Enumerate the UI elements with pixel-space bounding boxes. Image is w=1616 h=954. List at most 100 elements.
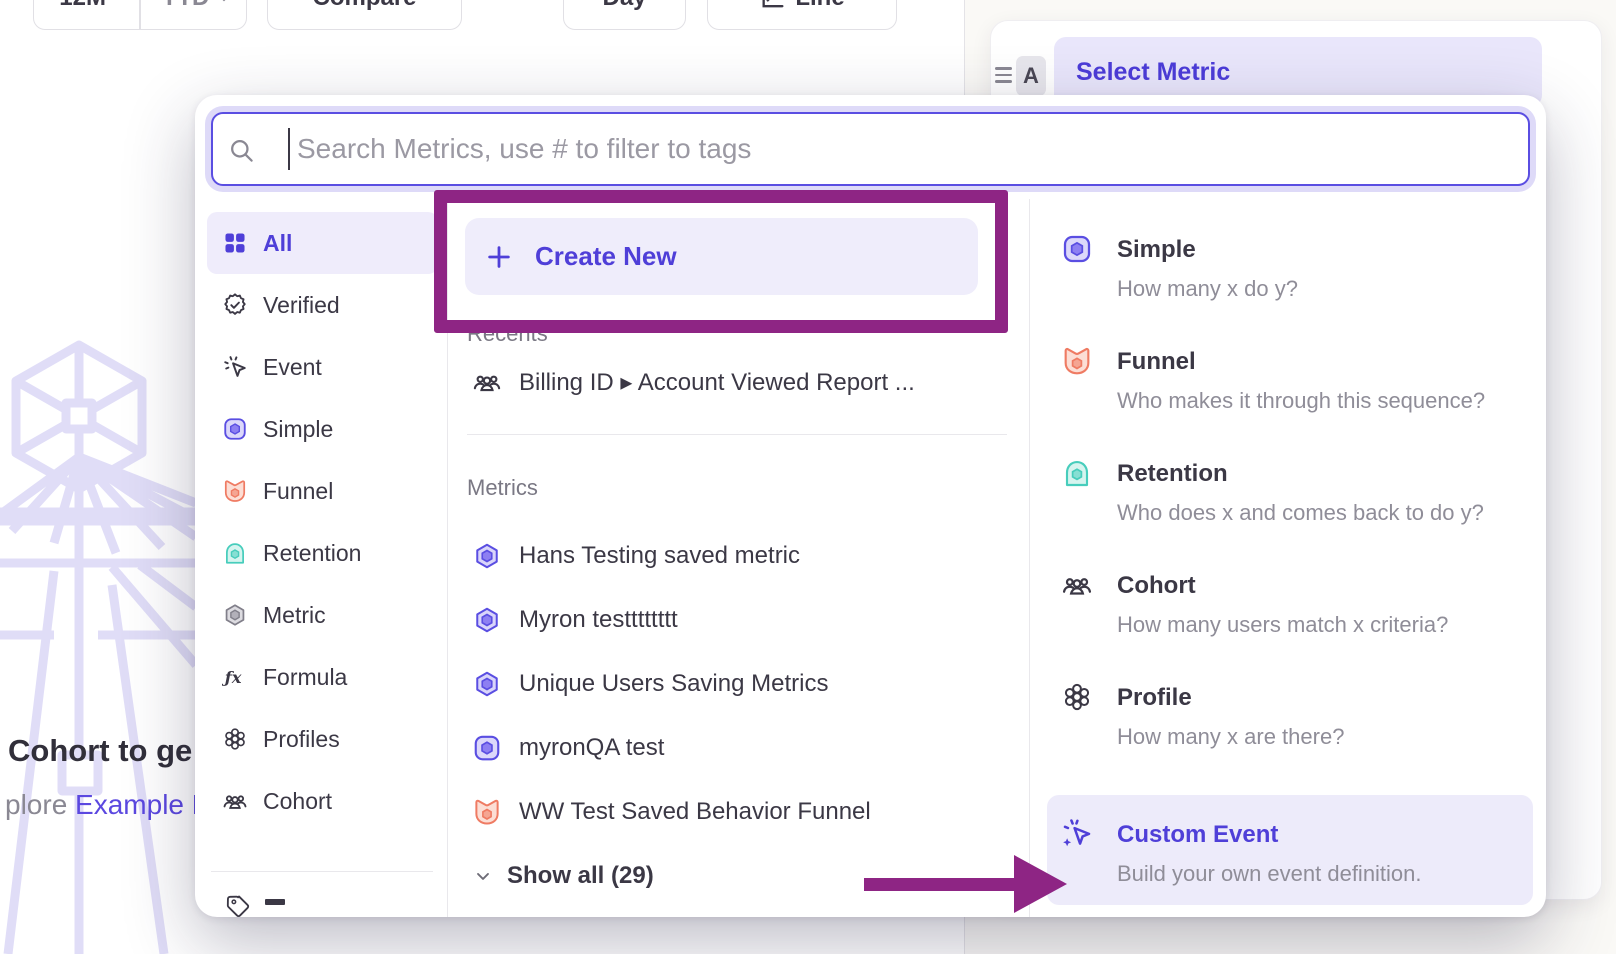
saved-metric-label: Hans Testing saved metric [519,542,800,570]
search-field-wrap [211,112,1530,186]
annotation-arrow [858,853,1070,915]
metrics-section-label: Metrics [467,475,538,501]
compare-button[interactable]: Compare [267,0,462,30]
saved-metric-label: WW Test Saved Behavior Funnel [519,798,871,826]
saved-metric-hans-testing-saved-metric[interactable]: Hans Testing saved metric [467,525,1012,587]
custom-event-icon [1061,818,1093,850]
saved-metric-ww-test-saved-behavior-funnel[interactable]: WW Test Saved Behavior Funnel [467,781,1012,843]
example-link[interactable]: Example R [75,789,212,820]
category-label: Metric [263,602,326,629]
saved-metric-myronqa-test[interactable]: myronQA test [467,717,1012,779]
retention-icon [1061,457,1093,489]
metric-type-retention[interactable]: Retention Who does x and comes back to do… [1047,459,1533,531]
drag-handle-icon[interactable] [995,67,1012,83]
range-ytd-button[interactable]: YTD [149,0,246,29]
category-metric[interactable]: Metric [207,584,438,646]
metric-type-title: Cohort [1117,571,1196,601]
category-label: All [263,230,292,257]
saved-metric-label: myronQA test [519,734,664,762]
recent-item[interactable]: Billing ID ▸ Account Viewed Report ... [467,351,1012,413]
tag-icon[interactable] [225,893,251,917]
saved-metric-unique-users-saving-metrics[interactable]: Unique Users Saving Metrics [467,653,1012,715]
verified-icon [222,292,248,318]
simple-icon [1061,233,1093,265]
compare-label: Compare [312,0,416,12]
svg-text:ƒx: ƒx [222,668,242,687]
metric-type-description: How many x are there? [1117,723,1344,751]
metric-type-description: Who does x and comes back to do y? [1117,499,1484,527]
line-chart-icon [759,0,787,12]
retention-icon [222,540,248,566]
metric-type-cohort[interactable]: Cohort How many users match x criteria? [1047,571,1533,643]
category-label: Cohort [263,788,332,815]
category-verified[interactable]: Verified [207,274,438,336]
category-all[interactable]: All [207,212,438,274]
saved-metric-label: Unique Users Saving Metrics [519,670,828,698]
empty-state-wireframe-illustration [0,335,196,954]
line-label: Line [795,0,844,12]
metric-type-description: Who makes it through this sequence? [1117,387,1485,415]
simple-icon [472,733,502,763]
text-caret [288,128,290,170]
metric-type-funnel[interactable]: Funnel Who makes it through this sequence… [1047,347,1533,419]
grid-icon [222,230,248,256]
right-column-divider [1029,199,1030,917]
metric-type-description: How many users match x criteria? [1117,611,1448,639]
metric-purple-icon [472,605,502,635]
metric-purple-icon [472,669,502,699]
cohort-icon [222,788,248,814]
metric-type-title: Simple [1117,235,1196,265]
category-label: Funnel [263,478,333,505]
category-label: Profiles [263,726,340,753]
metric-type-title: Custom Event [1117,820,1278,850]
day-granularity-button[interactable]: Day [563,0,686,30]
line-chart-type-button[interactable]: Line [707,0,897,30]
funnel-icon [1061,345,1093,377]
segment-divider [139,0,141,29]
saved-metric-myron-testttttttt[interactable]: Myron testttttttt [467,589,1012,651]
page: Cohort to ge plore Example R 12M YTD Com… [0,0,1616,954]
date-range-group: 12M YTD [33,0,247,30]
category-profiles[interactable]: Profiles [207,708,438,770]
category-label: Retention [263,540,361,567]
category-simple[interactable]: Simple [207,398,438,460]
recents-divider [467,434,1007,435]
metric-type-title: Profile [1117,683,1192,713]
category-funnel[interactable]: Funnel [207,460,438,522]
formula-icon: ƒx [222,664,248,690]
profiles-icon [1061,681,1093,713]
category-label: Event [263,354,322,381]
category-cohort[interactable]: Cohort [207,770,438,832]
annotation-box [434,190,1008,333]
metric-type-custom-event[interactable]: Custom Event Build your own event definit… [1047,820,1533,892]
tag-icon [225,893,251,917]
range-12m-label: 12M [59,0,106,12]
chevron-down-icon [473,866,493,886]
metric-type-profile[interactable]: Profile How many x are there? [1047,683,1533,755]
funnel-icon [472,797,502,827]
category-label: Verified [263,292,340,319]
metric-type-title: Retention [1117,459,1228,489]
search-input[interactable] [213,114,1528,184]
clipped-category-label [265,899,285,905]
metric-type-description: Build your own event definition. [1117,860,1422,888]
empty-state-headline: Cohort to ge [8,733,192,769]
funnel-icon [222,478,248,504]
metric-type-description: How many x do y? [1117,275,1298,303]
range-ytd-label: YTD [161,0,209,12]
explore-prefix: plore [5,789,75,820]
sidebar-section-divider [211,871,433,872]
range-12m-button[interactable]: 12M [34,0,131,29]
category-retention[interactable]: Retention [207,522,438,584]
category-formula[interactable]: ƒxFormula [207,646,438,708]
category-event[interactable]: Event [207,336,438,398]
chevron-down-icon [215,0,233,7]
show-all-button[interactable]: Show all (29) [467,860,654,892]
day-label: Day [602,0,646,12]
event-icon [222,354,248,380]
category-label: Simple [263,416,333,443]
metric-type-simple[interactable]: Simple How many x do y? [1047,235,1533,307]
metric-type-title: Funnel [1117,347,1196,377]
cohort-icon [472,367,502,397]
empty-state-explore-text: plore Example R [5,789,212,821]
